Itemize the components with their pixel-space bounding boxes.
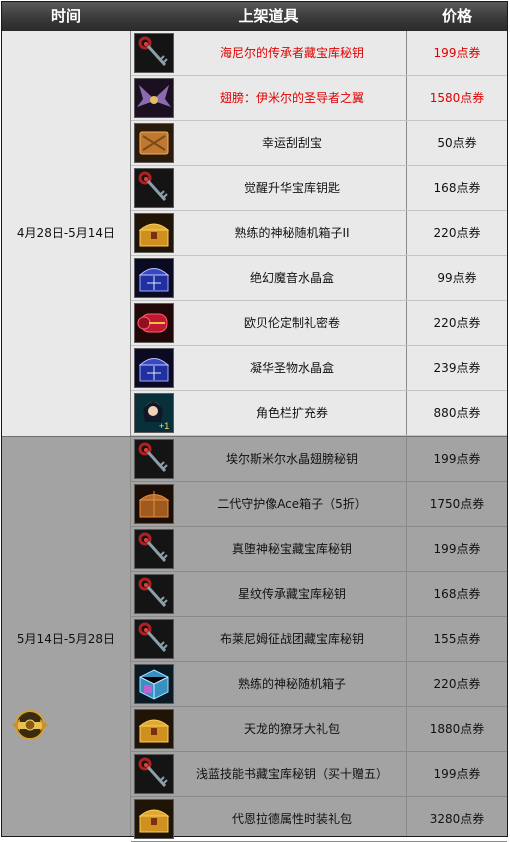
- group-1: 4月28日-5月14日 海尼尔的传承者藏宝库秘钥 199点券翅膀：伊米尔的圣导者之…: [2, 31, 507, 436]
- item-name: 觉醒升华宝库钥匙: [243, 181, 340, 195]
- item-price: 199点券: [433, 452, 481, 466]
- table-row: 觉醒升华宝库钥匙 168点券: [131, 166, 507, 211]
- table-row: 熟练的神秘随机箱子 220点券: [131, 662, 507, 707]
- table-row: 二代守护像Ace箱子（5折） 1750点券: [131, 482, 507, 527]
- header-price: 价格: [441, 7, 472, 25]
- table-row: 绝幻魔音水晶盒 99点券: [131, 256, 507, 301]
- item-price: 199点券: [433, 767, 481, 781]
- table-row: 埃尔斯米尔水晶翅膀秘钥 199点券: [131, 437, 507, 482]
- item-price: 168点券: [433, 181, 481, 195]
- item-price: 220点券: [433, 316, 481, 330]
- table-row: 翅膀：伊米尔的圣导者之翼 1580点券: [131, 76, 507, 121]
- table-row: +1 角色栏扩充券 880点券: [131, 391, 507, 436]
- item-price: 199点券: [433, 542, 481, 556]
- table-header: 时间 上架道具 价格: [2, 2, 507, 32]
- table-row: 代恩拉德属性时装礼包 3280点券: [131, 797, 507, 842]
- scratch-card-icon: [134, 123, 174, 163]
- item-price: 880点券: [433, 406, 481, 420]
- item-price: 239点券: [433, 361, 481, 375]
- table-row: 真堕神秘宝藏宝库秘钥 199点券: [131, 527, 507, 572]
- item-name: 布莱尼姆征战团藏宝库秘钥: [219, 632, 364, 646]
- item-name: 翅膀：伊米尔的圣导者之翼: [219, 91, 364, 105]
- item-name: 熟练的神秘随机箱子: [237, 677, 346, 691]
- wings-icon: [134, 78, 174, 118]
- gold-chest-icon: [134, 709, 174, 749]
- header-time: 时间: [50, 7, 81, 25]
- item-price: 1750点券: [429, 497, 485, 511]
- item-name: 代恩拉德属性时装礼包: [231, 812, 352, 826]
- group-2: 5月14日-5月28日 埃尔斯米尔水晶翅膀秘钥 199点券 二代守护像Ace箱子（5…: [2, 436, 507, 842]
- table-row: 熟练的神秘随机箱子II 220点券: [131, 211, 507, 256]
- table-row: 海尼尔的传承者藏宝库秘钥 199点券: [131, 31, 507, 76]
- item-name: 绝幻魔音水晶盒: [249, 271, 334, 285]
- table-row: 星纹传承藏宝库秘钥 168点券: [131, 572, 507, 617]
- item-name: 浅蓝技能书藏宝库秘钥（买十赠五）: [195, 767, 388, 781]
- item-name: 熟练的神秘随机箱子II: [234, 226, 350, 240]
- item-name: 幸运刮刮宝: [261, 136, 322, 150]
- item-name: 凝华圣物水晶盒: [249, 361, 334, 375]
- key-icon: [134, 168, 174, 208]
- item-name: 埃尔斯米尔水晶翅膀秘钥: [225, 452, 358, 466]
- item-price: 220点券: [433, 226, 481, 240]
- table-row: 欧贝伦定制礼密卷 220点券: [131, 301, 507, 346]
- blue-cube-icon: [134, 664, 174, 704]
- item-price: 220点券: [433, 677, 481, 691]
- key-icon: [134, 754, 174, 794]
- item-name: 海尼尔的传承者藏宝库秘钥: [219, 46, 364, 60]
- item-name: 角色栏扩充券: [255, 406, 328, 420]
- key-icon: [134, 439, 174, 479]
- date-range: 4月28日-5月14日: [16, 226, 116, 240]
- item-price: 1880点券: [429, 722, 485, 736]
- crystal-box-icon: [134, 348, 174, 388]
- item-price: 168点券: [433, 587, 481, 601]
- key-icon: [134, 529, 174, 569]
- item-name: 二代守护像Ace箱子（5折）: [217, 497, 367, 511]
- header-item: 上架道具: [238, 7, 299, 25]
- item-name: 欧贝伦定制礼密卷: [243, 316, 340, 330]
- game-logo-icon: [8, 705, 52, 745]
- key-icon: [134, 574, 174, 614]
- table-row: 布莱尼姆征战团藏宝库秘钥 155点券: [131, 617, 507, 662]
- item-price: 3280点券: [429, 812, 485, 826]
- date-range: 5月14日-5月28日: [16, 632, 116, 646]
- table-row: 天龙的獠牙大礼包 1880点券: [131, 707, 507, 752]
- bronze-chest-icon: [134, 484, 174, 524]
- item-table: 时间 上架道具 价格 4月28日-5月14日 海尼尔的传承者藏宝库秘钥 199点券…: [1, 1, 508, 842]
- table-row: 浅蓝技能书藏宝库秘钥（买十赠五） 199点券: [131, 752, 507, 797]
- item-price: 1580点券: [429, 91, 485, 105]
- key-icon: [134, 619, 174, 659]
- svg-text:+1: +1: [159, 421, 169, 431]
- character-slot-icon: +1: [134, 393, 174, 433]
- item-name: 天龙的獠牙大礼包: [243, 722, 340, 736]
- item-price: 155点券: [433, 632, 481, 646]
- item-name: 真堕神秘宝藏宝库秘钥: [231, 542, 352, 556]
- crystal-box-icon: [134, 258, 174, 298]
- item-name: 星纹传承藏宝库秘钥: [237, 587, 346, 601]
- gold-chest-icon: [134, 213, 174, 253]
- item-price: 50点券: [437, 136, 477, 150]
- gold-chest-icon: [134, 799, 174, 839]
- key-icon: [134, 33, 174, 73]
- scroll-icon: [134, 303, 174, 343]
- item-price: 199点券: [433, 46, 481, 60]
- table-row: 凝华圣物水晶盒 239点券: [131, 346, 507, 391]
- item-price: 99点券: [437, 271, 477, 285]
- table-row: 幸运刮刮宝 50点券: [131, 121, 507, 166]
